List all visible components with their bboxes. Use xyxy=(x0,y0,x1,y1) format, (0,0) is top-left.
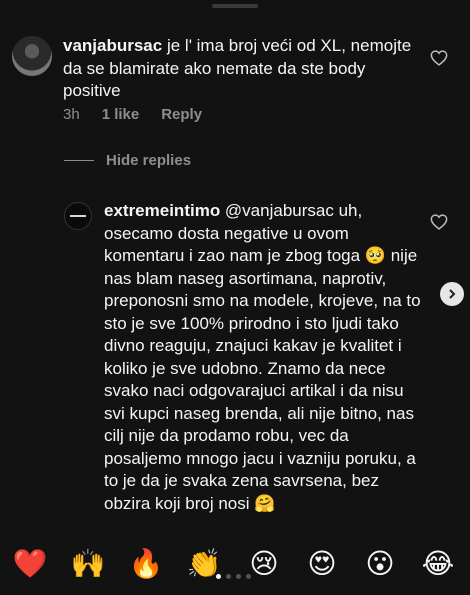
brand-logo xyxy=(70,215,86,217)
hide-replies-button[interactable]: Hide replies xyxy=(64,152,191,169)
reaction-surprised[interactable]: 😮 xyxy=(362,546,398,582)
heart-outline-icon[interactable] xyxy=(430,214,448,230)
comment-main-time: 3h xyxy=(63,106,80,123)
reaction-raising-hands[interactable]: 🙌 xyxy=(70,546,106,582)
avatar-vanjabursac[interactable] xyxy=(12,36,52,76)
hugging-face-emoji: 🤗 xyxy=(254,493,276,513)
reaction-crying[interactable]: 😢 xyxy=(246,546,282,582)
page-dot xyxy=(246,574,251,579)
page-dot xyxy=(236,574,241,579)
page-dot xyxy=(226,574,231,579)
reply-username[interactable]: extremeintimo xyxy=(104,201,220,220)
reply-text: extremeintimo @vanjabursac uh, osecamo d… xyxy=(104,200,424,515)
drag-handle[interactable] xyxy=(212,4,258,8)
comment-main-text: vanjabursac je l' ima broj veći od XL, n… xyxy=(63,35,413,103)
avatar-extremeintimo[interactable] xyxy=(64,202,92,230)
hide-replies-label: Hide replies xyxy=(106,152,192,169)
comment-main-meta: 3h 1 like Reply xyxy=(63,106,202,123)
heart-outline-icon[interactable] xyxy=(430,50,448,66)
reply-button[interactable]: Reply xyxy=(161,106,202,123)
reaction-laughing[interactable]: 😂 xyxy=(420,546,456,582)
comment-main-likes[interactable]: 1 like xyxy=(102,106,140,123)
reaction-heart-eyes[interactable]: 😍 xyxy=(304,546,340,582)
reaction-fire[interactable]: 🔥 xyxy=(128,546,164,582)
pleading-face-emoji: 🥺 xyxy=(364,246,386,265)
reply-body-part2: nije nas blam naseg asortimana, naprotiv… xyxy=(104,246,421,513)
reaction-bar: ❤️ 🙌 🔥 👏 😢 😍 😮 😂 xyxy=(0,540,470,595)
reaction-heart[interactable]: ❤️ xyxy=(12,546,48,582)
page-dot xyxy=(216,574,221,579)
comment-main-username[interactable]: vanjabursac xyxy=(63,36,162,55)
chevron-right-icon[interactable] xyxy=(440,282,464,306)
divider-line xyxy=(64,160,94,161)
page-indicator xyxy=(216,574,251,579)
